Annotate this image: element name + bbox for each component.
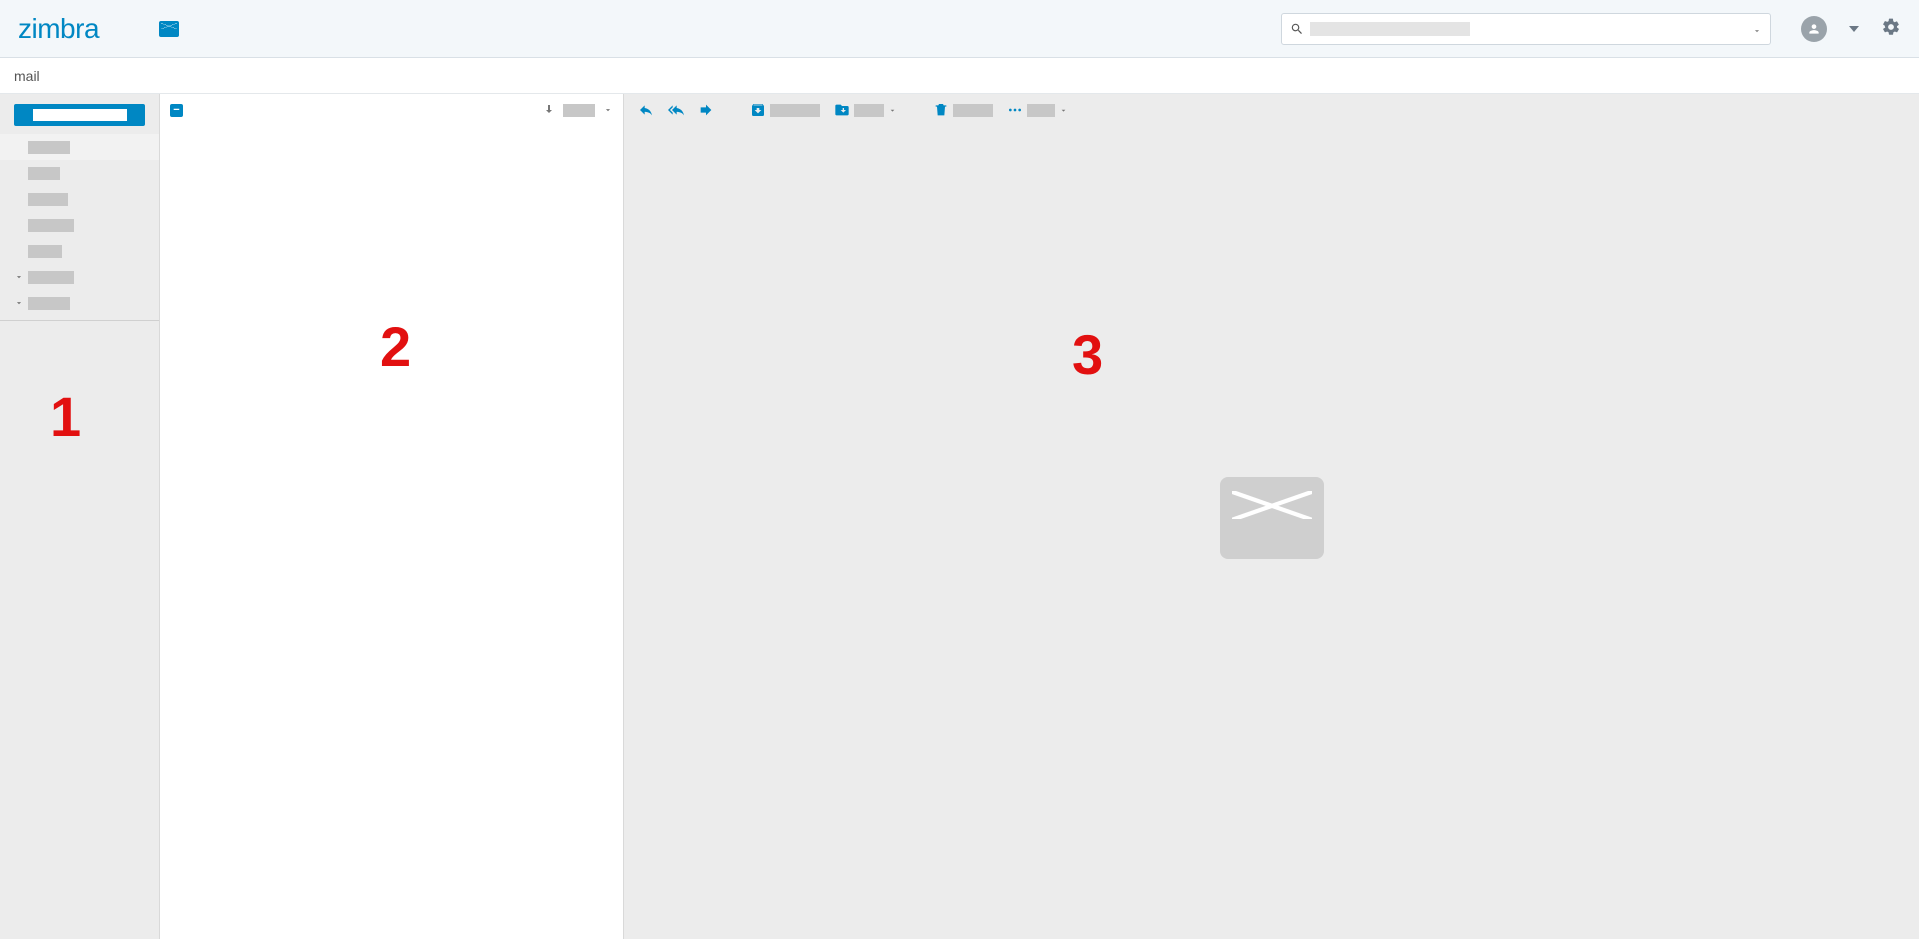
folder-label [28,141,70,154]
folder-divider [0,320,159,321]
compose-button-label [33,109,127,121]
account-menu-caret-icon[interactable] [1849,26,1859,32]
compose-button[interactable] [14,104,145,126]
move-label [854,104,884,117]
search-icon [1290,22,1304,36]
delete-button[interactable] [933,102,993,118]
more-icon [1007,102,1023,118]
folder-item[interactable] [0,212,159,238]
folder-list [0,134,159,335]
reply-icon [638,102,654,118]
chevron-down-icon[interactable] [14,272,24,282]
reading-pane: 3 [624,94,1919,939]
reply-all-icon [668,102,684,118]
search-input[interactable] [1470,21,1752,36]
search-dropdown-icon[interactable] [1752,24,1762,34]
overlay-number-2: 2 [380,314,411,379]
envelope-icon [1220,477,1324,559]
search-placeholder [1310,22,1470,36]
folder-label [28,167,60,180]
sort-label[interactable] [563,104,595,117]
folder-label [28,219,74,232]
mail-tab-icon[interactable] [159,21,179,37]
reply-all-button[interactable] [668,102,684,118]
subheader: mail [0,58,1919,94]
app-header: zimbra [0,0,1919,58]
search-box[interactable] [1281,13,1771,45]
app-logo[interactable]: zimbra [18,13,99,45]
main-layout: 1 − 2 [0,94,1919,939]
move-folder-icon [834,102,850,118]
move-dropdown-icon[interactable] [888,103,897,118]
reading-toolbar [624,94,1919,126]
folder-label [28,245,62,258]
collapse-all-icon[interactable]: − [170,104,183,117]
trash-icon [933,102,949,118]
folder-item[interactable] [0,238,159,264]
folder-label [28,271,74,284]
archive-icon [750,102,766,118]
reply-button[interactable] [638,102,654,118]
message-list-pane: − 2 [160,94,624,939]
more-button[interactable] [1007,102,1068,118]
folder-label [28,193,68,206]
forward-icon [698,102,714,118]
folder-item[interactable] [0,160,159,186]
folder-label [28,297,70,310]
move-button[interactable] [834,102,897,118]
folder-sidebar: 1 [0,94,160,939]
chevron-down-icon[interactable] [14,298,24,308]
more-dropdown-icon[interactable] [1059,103,1068,118]
sort-direction-icon[interactable] [543,103,555,118]
delete-label [953,104,993,117]
folder-item[interactable] [0,186,159,212]
forward-button[interactable] [698,102,714,118]
overlay-number-1: 1 [50,384,81,449]
folder-item[interactable] [0,290,159,316]
account-avatar[interactable] [1801,16,1827,42]
header-right [1801,16,1901,42]
settings-gear-icon[interactable] [1881,17,1901,40]
sort-dropdown-icon[interactable] [603,103,613,118]
more-label [1027,104,1055,117]
folder-item[interactable] [0,134,159,160]
archive-button[interactable] [750,102,820,118]
archive-label [770,104,820,117]
message-list-toolbar: − [160,94,623,126]
reading-empty-state [624,126,1919,939]
folder-item[interactable] [0,264,159,290]
subheader-tab-label: mail [14,68,40,84]
